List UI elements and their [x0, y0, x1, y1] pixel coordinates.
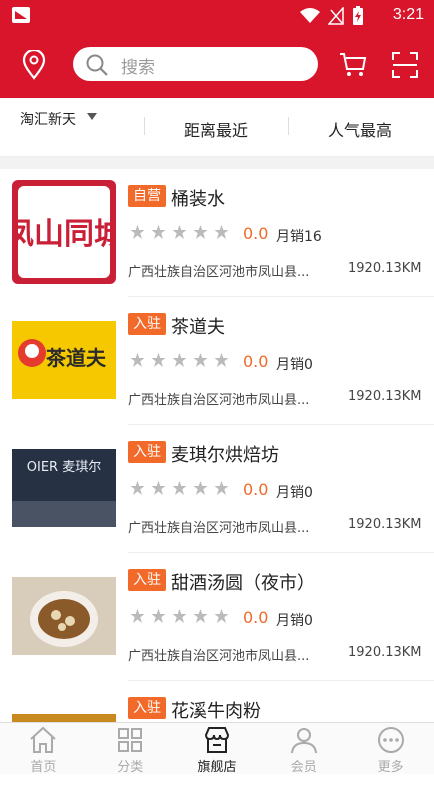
- store-icon: [204, 727, 229, 753]
- search-input[interactable]: 搜索: [73, 47, 318, 81]
- store-sales: 月销0: [276, 357, 313, 373]
- star-icon: [214, 481, 229, 495]
- star-icon: [130, 353, 145, 367]
- nav-more[interactable]: 更多: [347, 723, 434, 775]
- store-item[interactable]: 茶道夫 入驻 茶道夫 0.0 月销0 广西壮族自治区河池市凤山县... 1920…: [0, 297, 434, 425]
- store-name: 桶装水: [171, 189, 225, 210]
- grid-icon: [118, 728, 143, 752]
- star-icon: [172, 353, 187, 367]
- wifi-icon: [300, 8, 320, 23]
- divider: [288, 117, 289, 135]
- star-icon: [214, 609, 229, 623]
- store-rating: 0.0: [243, 224, 269, 243]
- sort-popular-tab[interactable]: 人气最高: [328, 117, 392, 141]
- star-rating: [130, 481, 229, 496]
- sort-nearest-tab[interactable]: 距离最近: [184, 117, 248, 141]
- store-name: 麦琪尔烘焙坊: [171, 445, 279, 466]
- search-placeholder: 搜索: [121, 58, 155, 78]
- store-logo-text: 凤山同城: [12, 217, 116, 252]
- star-icon: [214, 225, 229, 239]
- cart-icon[interactable]: [339, 52, 367, 78]
- store-logo-text: 茶道夫: [46, 346, 107, 370]
- star-icon: [172, 609, 187, 623]
- store-logo-text: OIER 麦琪尔: [27, 460, 101, 475]
- nav-label: 首页: [30, 760, 57, 775]
- star-rating: [130, 353, 229, 368]
- store-thumbnail: [12, 577, 116, 655]
- star-rating: [130, 225, 229, 240]
- status-bar: 3:21: [0, 0, 434, 32]
- home-icon: [30, 726, 57, 753]
- status-time: 3:21: [392, 6, 424, 23]
- app-notification-icon: [12, 7, 30, 23]
- nav-label: 旗舰店: [197, 760, 237, 775]
- no-signal-icon: [328, 7, 344, 25]
- star-rating: [130, 609, 229, 624]
- search-icon: [86, 54, 108, 76]
- scan-icon[interactable]: [392, 52, 418, 78]
- star-icon: [130, 225, 145, 239]
- nav-label: 更多: [377, 760, 404, 775]
- store-badge: 入驻: [128, 313, 166, 335]
- store-name: 花溪牛肉粉: [171, 701, 261, 722]
- store-address: 广西壮族自治区河池市凤山县...: [128, 521, 310, 536]
- star-icon: [151, 225, 166, 239]
- store-badge: 入驻: [128, 697, 166, 719]
- star-icon: [151, 481, 166, 495]
- store-sales: 月销0: [276, 485, 313, 501]
- store-badge: 入驻: [128, 569, 166, 591]
- star-icon: [193, 353, 208, 367]
- star-icon: [193, 609, 208, 623]
- nav-home[interactable]: 首页: [0, 723, 87, 775]
- star-icon: [193, 481, 208, 495]
- nav-label: 分类: [117, 760, 144, 775]
- nav-flagship[interactable]: 旗舰店: [174, 723, 261, 775]
- store-name: 甜酒汤圆（夜市）: [171, 573, 315, 594]
- store-thumbnail: 茶道夫: [12, 321, 116, 399]
- star-icon: [172, 225, 187, 239]
- star-icon: [172, 481, 187, 495]
- star-icon: [151, 353, 166, 367]
- store-badge: 自营: [128, 185, 166, 207]
- area-dropdown[interactable]: 淘汇新天: [20, 109, 76, 129]
- store-sales: 月销0: [276, 613, 313, 629]
- store-address: 广西壮族自治区河池市凤山县...: [128, 649, 310, 664]
- store-name: 茶道夫: [171, 317, 225, 338]
- battery-charging-icon: [353, 6, 363, 25]
- star-icon: [130, 609, 145, 623]
- section-gap: [0, 157, 434, 169]
- nav-label: 会员: [290, 760, 317, 775]
- more-icon: [377, 727, 404, 753]
- store-distance: 1920.13KM: [348, 389, 422, 404]
- star-icon: [214, 353, 229, 367]
- store-distance: 1920.13KM: [348, 645, 422, 660]
- star-icon: [151, 609, 166, 623]
- store-item[interactable]: OIER 麦琪尔 入驻 麦琪尔烘焙坊 0.0 月销0 广西壮族自治区河池市凤山县…: [0, 425, 434, 553]
- store-distance: 1920.13KM: [348, 261, 422, 276]
- user-icon: [290, 728, 317, 754]
- store-item[interactable]: 入驻 甜酒汤圆（夜市） 0.0 月销0 广西壮族自治区河池市凤山县... 192…: [0, 553, 434, 681]
- top-bar: 搜索: [0, 32, 434, 98]
- store-distance: 1920.13KM: [348, 517, 422, 532]
- status-icons: [300, 6, 364, 26]
- store-badge: 入驻: [128, 441, 166, 463]
- store-address: 广西壮族自治区河池市凤山县...: [128, 265, 310, 280]
- store-thumbnail: 凤山同城: [12, 180, 116, 284]
- store-thumbnail: OIER 麦琪尔: [12, 449, 116, 527]
- store-rating: 0.0: [243, 608, 269, 627]
- dropdown-caret-icon[interactable]: [87, 113, 97, 120]
- store-address: 广西壮族自治区河池市凤山县...: [128, 393, 310, 408]
- filter-bar: 淘汇新天 距离最近 人气最高: [0, 98, 434, 157]
- store-rating: 0.0: [243, 352, 269, 371]
- store-item[interactable]: 凤山同城 自营 桶装水 0.0 月销16 广西壮族自治区河池市凤山县... 19…: [0, 169, 434, 297]
- nav-member[interactable]: 会员: [260, 723, 347, 775]
- star-icon: [193, 225, 208, 239]
- star-icon: [130, 481, 145, 495]
- store-sales: 月销16: [276, 229, 322, 245]
- nav-category[interactable]: 分类: [87, 723, 174, 775]
- store-rating: 0.0: [243, 480, 269, 499]
- bottom-nav: 首页 分类 旗舰店 会员 更多: [0, 722, 434, 775]
- divider: [144, 117, 145, 135]
- location-pin-icon[interactable]: [20, 50, 48, 80]
